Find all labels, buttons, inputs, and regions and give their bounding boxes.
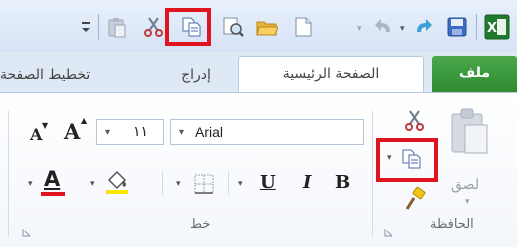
- clipboard-dialog-launcher-icon[interactable]: [384, 222, 393, 237]
- group-separator: [8, 111, 9, 237]
- font-group-label: خط: [190, 217, 211, 232]
- redo-dropdown-icon[interactable]: ▾: [400, 24, 405, 34]
- tab-home[interactable]: الصفحة الرئيسية: [238, 56, 424, 94]
- font-row-separator: [228, 171, 229, 195]
- new-icon[interactable]: [292, 16, 314, 38]
- copy-button-highlight-box: [376, 138, 438, 182]
- font-color-swatch: [41, 192, 65, 196]
- font-color-dropdown-icon[interactable]: ▾: [28, 179, 33, 189]
- save-icon[interactable]: [446, 16, 468, 38]
- font-color-letter: A: [44, 167, 61, 191]
- undo-dropdown-icon[interactable]: ▾: [357, 24, 362, 34]
- font-color-button[interactable]: A ▾: [28, 167, 74, 199]
- italic-button[interactable]: I: [296, 169, 322, 197]
- grow-font-arrow-icon: ▲: [81, 116, 88, 125]
- ribbon-home: لصق ▾ ▾ الحافظة ▾ Arial ▾ ١١ A ▲ A ▼ B I…: [0, 92, 517, 247]
- borders-dropdown-icon[interactable]: ▾: [176, 179, 181, 189]
- grow-font-letter: A: [64, 119, 81, 144]
- borders-button[interactable]: ▾: [176, 171, 222, 197]
- customize-qat-icon[interactable]: [80, 18, 92, 36]
- open-icon[interactable]: [256, 16, 279, 38]
- qat-separator: [98, 14, 99, 40]
- font-row-separator: [162, 171, 163, 195]
- ribbon-tabs: ملف الصفحة الرئيسية إدراج تخطيط الصفحة: [0, 52, 517, 94]
- paste-dropdown-icon: ▾: [465, 197, 470, 207]
- font-name-dropdown-icon[interactable]: ▾: [179, 121, 184, 145]
- font-size-value: ١١: [133, 124, 149, 140]
- cut-button[interactable]: [404, 109, 426, 133]
- paste-label: لصق: [451, 177, 480, 193]
- qat-separator: [476, 14, 477, 40]
- shrink-font-arrow-icon: ▼: [42, 121, 49, 130]
- copy-highlight-box: [165, 8, 211, 46]
- svg-text:X: X: [487, 21, 497, 36]
- undo-icon[interactable]: [373, 16, 395, 38]
- bold-label: B: [335, 172, 351, 193]
- underline-label: U: [260, 172, 276, 193]
- grow-font-button[interactable]: A ▲: [60, 116, 90, 145]
- italic-label: I: [303, 172, 312, 193]
- font-name-value: Arial: [195, 124, 224, 140]
- paste-button[interactable]: لصق ▾: [437, 103, 503, 213]
- paste-icon[interactable]: [106, 16, 128, 38]
- font-size-dropdown-icon[interactable]: ▾: [105, 121, 110, 145]
- font-dialog-launcher-icon[interactable]: [22, 222, 31, 237]
- shrink-font-button[interactable]: A ▼: [26, 121, 54, 147]
- redo-icon[interactable]: [412, 16, 434, 38]
- underline-button[interactable]: U ▾: [238, 169, 282, 197]
- cut-icon: [405, 110, 424, 131]
- underline-dropdown-icon[interactable]: ▾: [238, 179, 243, 189]
- bold-button[interactable]: B: [330, 169, 356, 197]
- fill-color-icon: [106, 170, 128, 194]
- excel-icon[interactable]: X: [484, 14, 510, 40]
- tab-insert[interactable]: إدراج: [160, 58, 232, 92]
- clipboard-group-label: الحافظة: [430, 217, 474, 232]
- tab-file[interactable]: ملف: [432, 56, 517, 92]
- format-painter-icon: [405, 186, 426, 210]
- print-preview-icon[interactable]: [222, 16, 244, 38]
- font-size-combobox[interactable]: ▾ ١١: [96, 119, 164, 145]
- tab-page-layout[interactable]: تخطيط الصفحة: [0, 58, 150, 92]
- group-separator: [372, 111, 373, 237]
- quick-access-toolbar: X ▾ ▾: [0, 0, 517, 53]
- fill-color-button[interactable]: ▾: [90, 167, 136, 199]
- cut-icon[interactable]: [143, 16, 165, 38]
- format-painter-button[interactable]: [402, 186, 428, 213]
- paste-icon: [449, 107, 491, 161]
- font-name-combobox[interactable]: ▾ Arial: [170, 119, 364, 145]
- borders-icon: [194, 174, 214, 194]
- fill-color-dropdown-icon[interactable]: ▾: [90, 179, 95, 189]
- shrink-font-letter: A: [30, 125, 43, 144]
